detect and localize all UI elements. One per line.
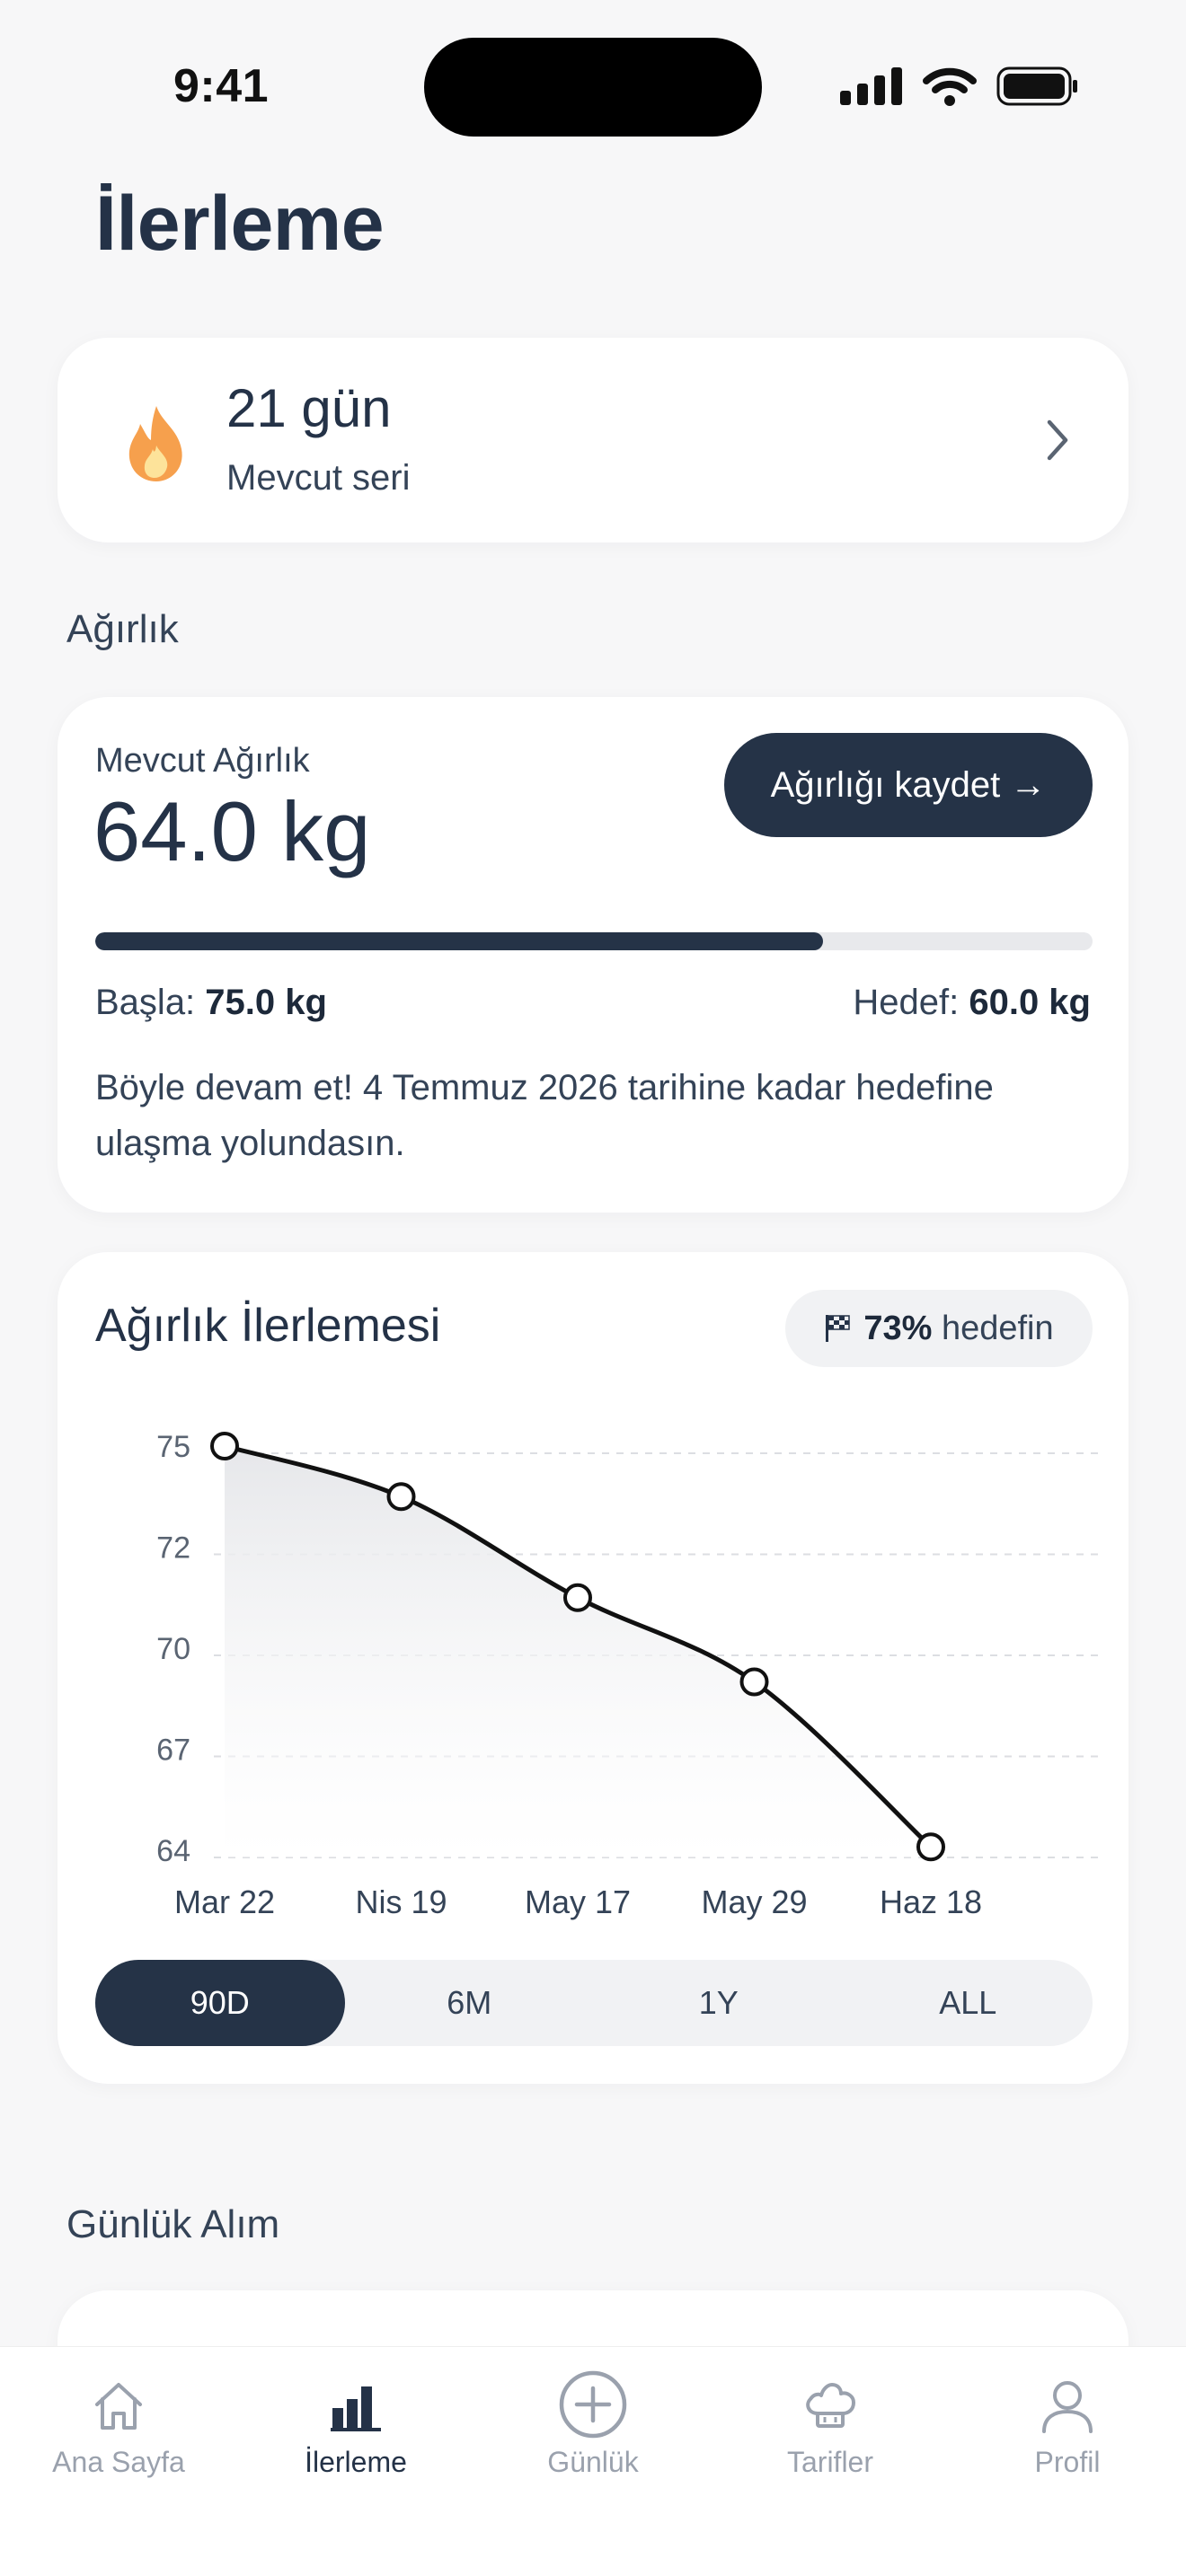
weight-section-heading: Ağırlık [66, 607, 179, 651]
y-tick-label: 70 [156, 1632, 190, 1666]
tab-progress-label: İlerleme [305, 2446, 407, 2478]
x-tick-label: Haz 18 [880, 1883, 982, 1920]
range-tab-1y[interactable]: 1Y [594, 1960, 844, 2046]
motivation-text: Böyle devam et! 4 Temmuz 2026 tarihine k… [95, 1068, 994, 1163]
tab-daily-label: Günlük [547, 2446, 639, 2478]
bar-chart-icon [331, 2386, 381, 2431]
y-tick-label: 75 [156, 1430, 190, 1464]
goal-percent-text: hedefin [941, 1309, 1054, 1347]
goal-weight-value: 60.0 kg [969, 983, 1091, 1022]
range-selector: 90D 6M 1Y ALL [95, 1960, 1093, 2046]
daily-intake-heading: Günlük Alım [66, 2202, 280, 2246]
chart-title: Ağırlık İlerlemesi [95, 1300, 441, 1352]
goal-weight: Hedef: 60.0 kg [853, 983, 1091, 1023]
start-weight-value: 75.0 kg [205, 983, 327, 1022]
chef-hat-icon [806, 2383, 855, 2428]
chart-area-fill [225, 1446, 931, 1857]
data-point [386, 1482, 416, 1512]
y-tick-label: 64 [156, 1834, 190, 1868]
data-point [563, 1583, 592, 1612]
cellular-signal-icon [840, 67, 902, 105]
y-tick-label: 67 [156, 1734, 190, 1768]
tab-daily[interactable]: Günlük [474, 2347, 712, 2576]
y-tick-label: 72 [156, 1531, 190, 1566]
dynamic-island [424, 38, 762, 137]
x-tick-label: May 29 [701, 1883, 807, 1920]
current-weight-label: Mevcut Ağırlık [95, 742, 310, 780]
range-tab-90d[interactable]: 90D [95, 1960, 345, 2046]
tab-recipes[interactable]: Tarifler [712, 2347, 949, 2576]
wifi-icon [923, 67, 977, 106]
current-weight-card: Mevcut Ağırlık 64.0 kg Ağırlığı kaydet →… [58, 697, 1128, 1213]
tab-bar: Ana Sayfa İlerleme Günlük Tarifler Profi… [0, 2346, 1186, 2576]
user-icon [1042, 2381, 1093, 2433]
weight-progress-fill [95, 932, 824, 950]
x-tick-label: May 17 [525, 1883, 631, 1920]
tab-progress[interactable]: İlerleme [237, 2347, 474, 2576]
battery-icon [996, 66, 1077, 106]
streak-value: 21 gün [226, 378, 392, 438]
checkered-flag-icon [826, 1315, 851, 1342]
start-weight: Başla: 75.0 kg [95, 983, 327, 1023]
plus-circle-icon [559, 2370, 627, 2439]
data-point [916, 1832, 945, 1862]
flame-icon [128, 406, 182, 481]
data-point [210, 1432, 239, 1460]
tab-home[interactable]: Ana Sayfa [0, 2347, 237, 2576]
tab-profile[interactable]: Profil [949, 2347, 1186, 2576]
range-tab-6m[interactable]: 6M [345, 1960, 595, 2046]
status-time: 9:41 [173, 60, 270, 112]
goal-percent-badge: 73% hedefin [785, 1290, 1093, 1367]
weight-progress-chart-card: 75 72 70 67 64 Mar 22 Nis 19 May 17 May 29 Haz 18… [58, 1252, 1128, 2084]
chevron-right-icon[interactable] [1044, 419, 1071, 462]
home-icon [95, 2383, 142, 2430]
data-point [739, 1667, 769, 1697]
page-title: İlerleme [95, 181, 385, 267]
current-weight-value: 64.0 kg [93, 784, 371, 878]
log-weight-button[interactable]: Ağırlığı kaydet → [724, 733, 1093, 837]
range-tab-all[interactable]: ALL [844, 1960, 1093, 2046]
streak-card[interactable]: 21 gün Mevcut seri [58, 338, 1128, 543]
streak-label: Mevcut seri [226, 458, 411, 498]
tab-recipes-label: Tarifler [786, 2446, 873, 2478]
goal-weight-label: Hedef: [853, 983, 969, 1022]
tab-profile-label: Profil [1034, 2446, 1101, 2478]
status-icons [840, 63, 1079, 110]
start-weight-label: Başla: [95, 983, 206, 1022]
x-tick-label: Nis 19 [355, 1883, 447, 1920]
x-tick-label: Mar 22 [174, 1883, 275, 1920]
tab-home-label: Ana Sayfa [52, 2446, 185, 2478]
goal-percent-value: 73% [863, 1309, 933, 1347]
weight-progress-bar [95, 932, 1093, 950]
